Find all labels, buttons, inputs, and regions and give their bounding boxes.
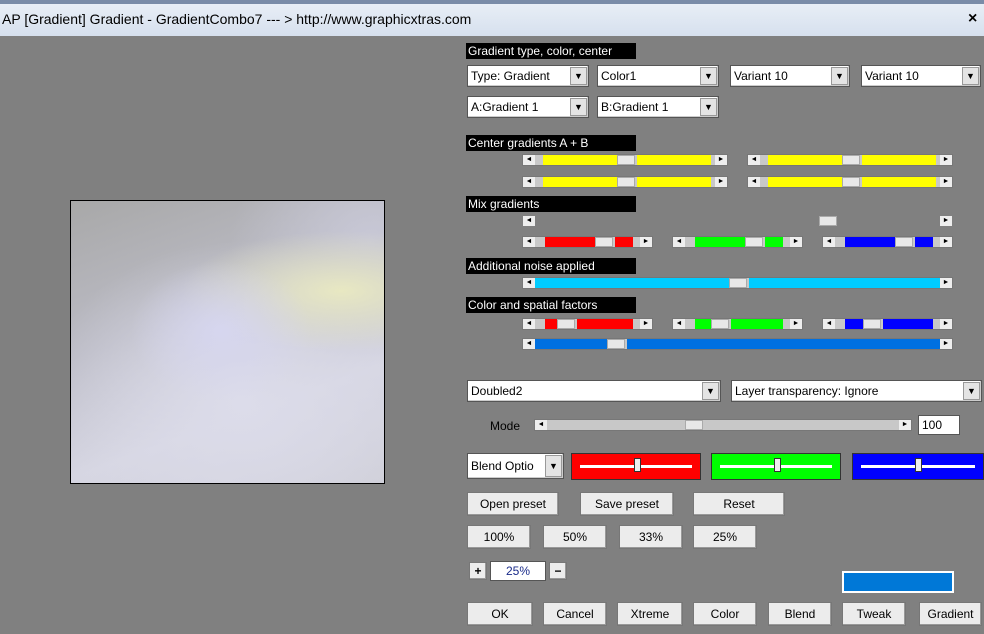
factor-red-slider[interactable]: ◄ ► <box>522 318 653 330</box>
variant-value-1: Variant 10 <box>734 69 788 83</box>
variant-select-1[interactable]: Variant 10 ▼ <box>730 65 850 87</box>
chevron-down-icon: ▼ <box>963 382 980 400</box>
chevron-down-icon: ▼ <box>700 98 717 116</box>
color-button[interactable]: Color <box>693 602 757 626</box>
close-icon[interactable]: × <box>968 10 977 28</box>
section-gradient-type: Gradient type, color, center <box>466 43 636 59</box>
preset-select[interactable]: Doubled2 ▼ <box>467 380 721 402</box>
blend-options-select[interactable]: Blend Optio ▼ <box>467 453 564 479</box>
chevron-down-icon: ▼ <box>702 382 719 400</box>
factor-spatial-slider[interactable]: ◄ ► <box>522 338 953 350</box>
variant-select-2[interactable]: Variant 10 ▼ <box>861 65 981 87</box>
chevron-down-icon: ▼ <box>962 67 979 85</box>
mode-slider[interactable]: ◄ ► <box>534 419 912 431</box>
center-b-slider-1[interactable]: ◄ ► <box>747 154 953 166</box>
section-center: Center gradients A + B <box>466 135 636 151</box>
mix-blue-slider[interactable]: ◄ ► <box>822 236 953 248</box>
gradient-a-value: A:Gradient 1 <box>471 100 539 114</box>
mix-green-slider[interactable]: ◄ ► <box>672 236 803 248</box>
gradient-b-select[interactable]: B:Gradient 1 ▼ <box>597 96 719 118</box>
chevron-down-icon: ▼ <box>570 98 587 116</box>
noise-slider[interactable]: ◄ ► <box>522 277 953 289</box>
preset-value: Doubled2 <box>471 384 523 398</box>
save-preset-button[interactable]: Save preset <box>580 492 674 516</box>
mode-value-field[interactable]: 100 <box>918 415 960 435</box>
chevron-down-icon: ▼ <box>570 67 587 85</box>
gradient-b-value: B:Gradient 1 <box>601 100 669 114</box>
cancel-button[interactable]: Cancel <box>543 602 607 626</box>
gradient-a-select[interactable]: A:Gradient 1 ▼ <box>467 96 589 118</box>
chevron-down-icon: ▼ <box>831 67 848 85</box>
gradient-button[interactable]: Gradient <box>919 602 982 626</box>
chevron-down-icon: ▼ <box>545 455 562 477</box>
ok-button[interactable]: OK <box>467 602 533 626</box>
center-a-slider-2[interactable]: ◄ ► <box>522 176 728 188</box>
xtreme-button[interactable]: Xtreme <box>617 602 683 626</box>
gradient-preview <box>70 200 385 484</box>
blend-button[interactable]: Blend <box>768 602 832 626</box>
mix-slider[interactable]: ◄ ► <box>522 215 953 227</box>
mix-red-slider[interactable]: ◄ ► <box>522 236 653 248</box>
type-select[interactable]: Type: Gradient ▼ <box>467 65 589 87</box>
red-channel-slider[interactable] <box>571 453 701 480</box>
center-a-slider-1[interactable]: ◄ ► <box>522 154 728 166</box>
mode-label: Mode <box>490 419 521 433</box>
factor-green-slider[interactable]: ◄ ► <box>672 318 803 330</box>
green-channel-slider[interactable] <box>711 453 841 480</box>
section-noise: Additional noise applied <box>466 258 636 274</box>
color-select[interactable]: Color1 ▼ <box>597 65 719 87</box>
zoom-50-button[interactable]: 50% <box>543 525 607 549</box>
tweak-button[interactable]: Tweak <box>842 602 906 626</box>
blue-channel-slider[interactable] <box>852 453 984 480</box>
color-swatch[interactable] <box>842 571 954 593</box>
zoom-100-button[interactable]: 100% <box>467 525 531 549</box>
chevron-down-icon: ▼ <box>700 67 717 85</box>
layer-transparency-select[interactable]: Layer transparency: Ignore ▼ <box>731 380 982 402</box>
section-mix: Mix gradients <box>466 196 636 212</box>
blend-options-value: Blend Optio <box>471 459 534 473</box>
zoom-25-button[interactable]: 25% <box>693 525 757 549</box>
window-title: AP [Gradient] Gradient - GradientCombo7 … <box>2 11 472 27</box>
zoom-in-button[interactable]: + <box>469 562 487 580</box>
variant-value-2: Variant 10 <box>865 69 919 83</box>
center-b-slider-2[interactable]: ◄ ► <box>747 176 953 188</box>
reset-button[interactable]: Reset <box>693 492 785 516</box>
type-value: Type: Gradient <box>471 69 550 83</box>
open-preset-button[interactable]: Open preset <box>467 492 559 516</box>
layer-transparency-value: Layer transparency: Ignore <box>735 384 879 398</box>
section-factors: Color and spatial factors <box>466 297 636 313</box>
factor-blue-slider[interactable]: ◄ ► <box>822 318 953 330</box>
zoom-33-button[interactable]: 33% <box>619 525 683 549</box>
title-bar: AP [Gradient] Gradient - GradientCombo7 … <box>0 0 984 36</box>
zoom-out-button[interactable]: − <box>549 562 567 580</box>
color-value: Color1 <box>601 69 637 83</box>
zoom-value: 25% <box>490 561 546 581</box>
